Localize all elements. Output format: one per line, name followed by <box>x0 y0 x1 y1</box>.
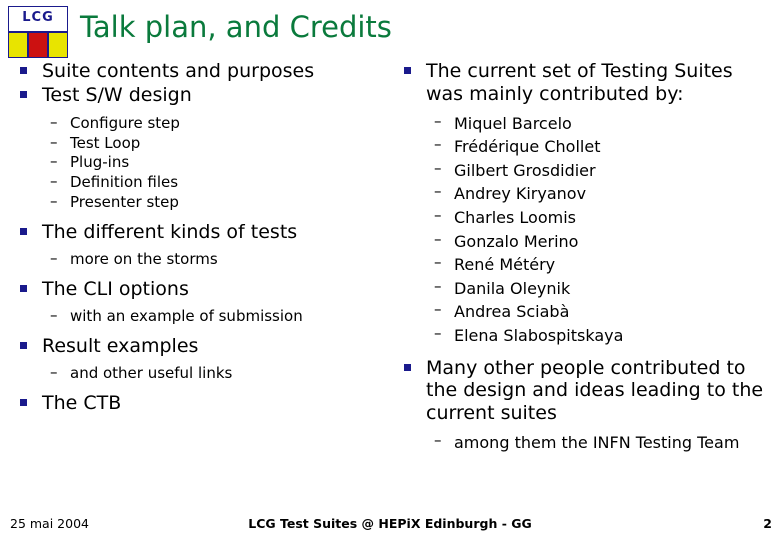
dash-bullet-icon: – <box>50 306 58 325</box>
bullet-text: The different kinds of tests <box>42 220 298 243</box>
bullet-text: The CTB <box>42 392 122 415</box>
dash-bullet-icon: – <box>434 111 442 130</box>
bullet-text: The CLI options <box>42 277 189 300</box>
sub-bullet-item: – Elena Slabospitskaya <box>396 323 774 347</box>
slide-title: Talk plan, and Credits <box>80 10 392 44</box>
sub-bullet-text: Andrey Kiryanov <box>454 184 587 204</box>
sub-bullet-item: – Test Loop <box>12 132 392 153</box>
dash-bullet-icon: – <box>434 135 442 154</box>
sub-bullet-text: Elena Slabospitskaya <box>454 325 624 345</box>
sub-bullet-item: – Gilbert Grosdidier <box>396 158 774 182</box>
sub-bullet-item: – more on the storms <box>12 248 392 269</box>
dash-bullet-icon: – <box>50 172 58 191</box>
sub-bullet-item: – Gonzalo Merino <box>396 229 774 253</box>
slide: LCG Talk plan, and Credits Suite content… <box>0 0 780 540</box>
sub-bullet-text: Charles Loomis <box>454 207 576 227</box>
dash-bullet-icon: – <box>434 323 442 342</box>
dash-bullet-icon: – <box>50 248 58 267</box>
sub-bullet-text: Frédérique Chollet <box>454 137 601 157</box>
sub-bullet-item: – Presenter step <box>12 191 392 212</box>
dash-bullet-icon: – <box>434 300 442 319</box>
square-bullet-icon <box>20 67 27 74</box>
sub-bullet-item: – with an example of submission <box>12 306 392 326</box>
square-bullet-icon <box>20 227 27 235</box>
dash-bullet-icon: – <box>50 112 58 131</box>
bullet-text: Many other people contributed to the des… <box>426 356 764 425</box>
square-bullet-icon <box>404 363 411 371</box>
sub-bullet-item: – Charles Loomis <box>396 205 774 229</box>
dash-bullet-icon: – <box>50 132 58 151</box>
sub-bullet-text: and other useful links <box>70 364 233 383</box>
dash-bullet-icon: – <box>434 430 442 449</box>
dash-bullet-icon: – <box>434 182 442 201</box>
sub-bullet-text: René Météry <box>454 255 556 275</box>
right-content-column: The current set of Testing Suites was ma… <box>396 60 774 456</box>
sub-bullet-item: – among them the INFN Testing Team <box>396 430 774 454</box>
square-bullet-icon <box>20 284 27 292</box>
bullet-item: The CTB <box>12 392 392 414</box>
sub-bullet-item: – Definition files <box>12 172 392 192</box>
bullet-item: Result examples <box>12 335 392 357</box>
sub-bullet-text: Test Loop <box>70 133 141 152</box>
bullet-item: Many other people contributed to the des… <box>396 357 774 425</box>
sub-bullet-text: with an example of submission <box>70 307 303 326</box>
dash-bullet-icon: – <box>434 158 442 177</box>
square-bullet-icon <box>20 91 27 99</box>
logo-red-center-block <box>28 32 48 58</box>
dash-bullet-icon: – <box>50 363 58 382</box>
sub-bullet-item: – Andrey Kiryanov <box>396 182 774 205</box>
sub-bullet-text: more on the storms <box>70 249 218 268</box>
sub-bullet-text: Definition files <box>70 173 179 192</box>
dash-bullet-icon: – <box>434 229 442 248</box>
logo-label: LCG <box>22 10 54 25</box>
sub-bullet-text: Miquel Barcelo <box>454 113 572 133</box>
lcg-logo: LCG <box>8 6 68 58</box>
dash-bullet-icon: – <box>50 191 58 210</box>
bullet-text: The current set of Testing Suites was ma… <box>426 60 733 105</box>
sub-bullet-item: – and other useful links <box>12 363 392 383</box>
sub-bullet-item: – Danila Oleynik <box>396 276 774 300</box>
square-bullet-icon <box>20 399 27 407</box>
logo-yellow-left-block <box>8 32 28 58</box>
sub-bullet-text: Presenter step <box>70 192 179 211</box>
dash-bullet-icon: – <box>50 152 58 171</box>
square-bullet-icon <box>404 67 411 74</box>
dash-bullet-icon: – <box>434 205 442 224</box>
bullet-text: Test S/W design <box>42 84 192 107</box>
sub-bullet-text: Danila Oleynik <box>454 278 571 298</box>
sub-bullet-text: Gonzalo Merino <box>454 231 579 251</box>
sub-bullet-item: – Miquel Barcelo <box>396 111 774 135</box>
bullet-item: The different kinds of tests <box>12 221 392 243</box>
bullet-item: The current set of Testing Suites was ma… <box>396 60 774 106</box>
logo-yellow-right-block <box>48 32 68 58</box>
sub-bullet-item: – Plug-ins <box>12 152 392 172</box>
sub-bullet-text: among them the INFN Testing Team <box>454 432 740 452</box>
sub-bullet-text: Gilbert Grosdidier <box>454 160 596 180</box>
sub-bullet-item: – René Météry <box>396 253 774 276</box>
sub-bullet-item: – Configure step <box>12 112 392 133</box>
left-content-column: Suite contents and purposes Test S/W des… <box>12 60 392 416</box>
bullet-item: The CLI options <box>12 278 392 300</box>
sub-bullet-item: – Frédérique Chollet <box>396 135 774 158</box>
sub-bullet-item: – Andrea Sciabà <box>396 300 774 323</box>
square-bullet-icon <box>20 341 27 349</box>
sub-bullet-text: Plug-ins <box>70 153 130 172</box>
sub-bullet-text: Configure step <box>70 113 180 132</box>
sub-bullet-text: Andrea Sciabà <box>454 302 570 322</box>
bullet-item: Test S/W design <box>12 84 392 106</box>
dash-bullet-icon: – <box>434 253 442 272</box>
bullet-text: Suite contents and purposes <box>42 60 315 82</box>
bullet-item: Suite contents and purposes <box>12 60 392 82</box>
bullet-text: Result examples <box>42 334 199 357</box>
dash-bullet-icon: – <box>434 276 442 295</box>
footer-page-number: 2 <box>763 516 772 531</box>
